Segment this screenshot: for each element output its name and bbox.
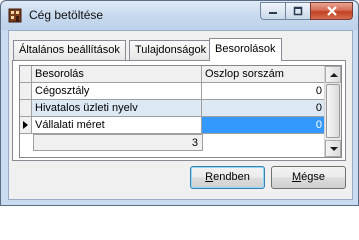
- table-row[interactable]: Hivatalos üzleti nyelv 0: [20, 100, 325, 117]
- dialog-window: Cég betöltése Általános beállítások Tula…: [0, 0, 359, 206]
- column-header-classification[interactable]: Besorolás: [32, 66, 202, 83]
- window-title: Cég betöltése: [29, 8, 104, 22]
- minimize-icon: [269, 12, 277, 14]
- grid-header-row: Besorolás Oszlop sorszám: [20, 66, 325, 83]
- column-number-cell[interactable]: 0: [202, 100, 325, 117]
- table-row[interactable]: Cégosztály 0: [20, 83, 325, 100]
- title-bar[interactable]: Cég betöltése: [1, 1, 358, 30]
- cancel-button[interactable]: Mégse: [271, 166, 346, 189]
- maximize-icon: [293, 6, 303, 16]
- arrow-up-icon: [330, 73, 338, 77]
- tab-panel-classifications: Besorolás Oszlop sorszám Cégosztály 0 Hi…: [12, 60, 346, 161]
- cancel-button-label: égse: [301, 171, 326, 183]
- arrow-down-icon: [330, 147, 338, 151]
- app-icon: [8, 8, 22, 23]
- row-indicator[interactable]: [20, 83, 32, 100]
- classification-cell[interactable]: Hivatalos üzleti nyelv: [32, 100, 202, 117]
- vertical-scrollbar[interactable]: [324, 66, 341, 157]
- column-number-cell-selected[interactable]: 0: [202, 117, 325, 134]
- scroll-thumb[interactable]: [326, 84, 340, 138]
- maximize-button[interactable]: [285, 2, 310, 20]
- tab-classifications[interactable]: Besorolások: [209, 38, 282, 61]
- scroll-down-button[interactable]: [325, 140, 341, 157]
- column-number-cell[interactable]: 0: [202, 83, 325, 100]
- table-row-selected[interactable]: Vállalati méret 0: [20, 117, 325, 134]
- scroll-up-button[interactable]: [325, 66, 341, 83]
- classification-cell[interactable]: Cégosztály: [32, 83, 202, 100]
- row-indicator[interactable]: [20, 100, 32, 117]
- classification-grid[interactable]: Besorolás Oszlop sorszám Cégosztály 0 Hi…: [19, 65, 342, 158]
- minimize-button[interactable]: [260, 2, 285, 20]
- cancel-button-mnemonic: M: [291, 171, 302, 183]
- tab-properties[interactable]: Tulajdonságok: [129, 40, 213, 60]
- close-button[interactable]: [310, 2, 353, 20]
- row-count-footer: 3: [33, 134, 203, 151]
- ok-button-label: endben: [213, 171, 250, 183]
- window-controls: [260, 2, 353, 20]
- row-indicator-current[interactable]: [20, 117, 32, 134]
- current-row-arrow-icon: [23, 121, 28, 129]
- ok-button-mnemonic: R: [205, 171, 214, 183]
- close-icon: [326, 6, 337, 16]
- column-header-column-number[interactable]: Oszlop sorszám: [202, 66, 325, 83]
- ok-button[interactable]: Rendben: [190, 166, 265, 189]
- dialog-client: Általános beállítások Tulajdonságok Beso…: [8, 30, 353, 200]
- classification-cell[interactable]: Vállalati méret: [32, 117, 202, 134]
- row-indicator-header: [20, 66, 32, 83]
- tab-general-settings[interactable]: Általános beállítások: [13, 40, 126, 60]
